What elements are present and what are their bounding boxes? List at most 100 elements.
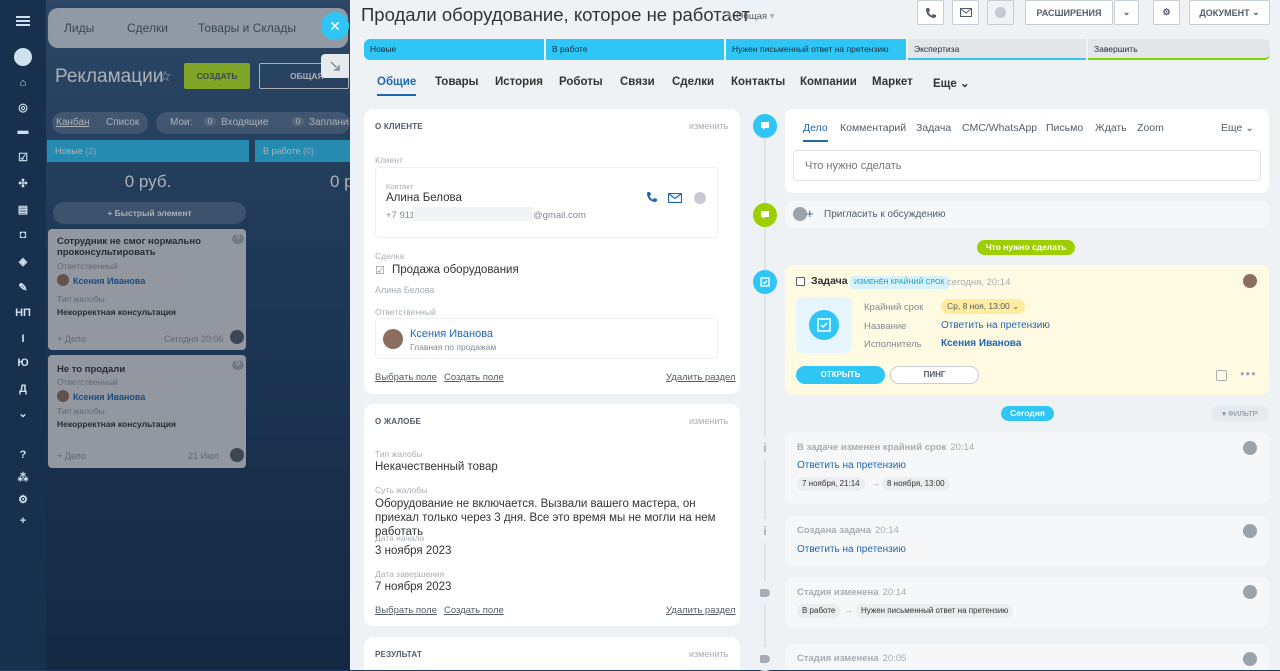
delete-section-link[interactable]: Удалить раздел <box>666 372 736 383</box>
tab-products[interactable]: Товары <box>435 76 478 88</box>
contact-icon[interactable]: ▤ <box>0 198 46 220</box>
deadline-chip[interactable]: Ср, 8 ноя, 13:00 ⌄ <box>941 299 1026 314</box>
edit-link[interactable]: изменить <box>689 416 728 426</box>
event-to: 8 ноября, 13:00 <box>882 477 950 491</box>
gear-icon[interactable]: ⚙ <box>1153 0 1180 25</box>
help-icon[interactable]: ? <box>0 444 46 466</box>
sign-icon[interactable]: ✎ <box>0 276 46 298</box>
target-icon[interactable]: ◎ <box>0 96 46 118</box>
category-link[interactable]: Общая ▾ <box>736 11 775 22</box>
box-icon[interactable]: ◈ <box>0 250 46 272</box>
task-label: Задача <box>811 275 848 287</box>
responsible-name[interactable]: Ксения Иванова <box>410 328 493 340</box>
stage-label: В работе <box>552 44 588 54</box>
document-button[interactable]: ДОКУМЕНТ ⌄ <box>1189 0 1270 25</box>
extensions-button[interactable]: РАСШИРЕНИЯ <box>1025 0 1113 25</box>
ping-button[interactable]: ПИНГ <box>890 366 979 384</box>
plus-icon[interactable]: + <box>806 206 814 221</box>
tab-links[interactable]: Связи <box>620 76 655 88</box>
plus-icon[interactable]: + <box>0 510 46 532</box>
activity-tab-deal[interactable]: Дело <box>803 122 828 142</box>
activity-tab-wait[interactable]: Ждать <box>1095 122 1127 134</box>
structure-icon[interactable]: ⁂ <box>0 466 46 488</box>
edit-link[interactable]: изменить <box>689 649 728 659</box>
gear-icon[interactable]: ⚙ <box>0 488 46 510</box>
phone-icon[interactable] <box>917 0 944 25</box>
home-icon[interactable]: ⌂ <box>0 72 46 94</box>
rail-item-d[interactable]: Д <box>0 378 46 400</box>
tab-general[interactable]: Общие <box>377 76 417 96</box>
chat-icon <box>753 203 777 227</box>
tab-more[interactable]: Еще ⌄ <box>933 76 970 90</box>
create-field-link[interactable]: Создать поле <box>444 605 504 616</box>
note-icon[interactable] <box>1216 370 1227 381</box>
more-icon[interactable]: ••• <box>1240 366 1257 381</box>
rail-item-np[interactable]: НП <box>0 302 46 324</box>
rail-item-yu[interactable]: Ю <box>0 352 46 374</box>
tab-companies[interactable]: Компании <box>800 76 857 88</box>
filter-label: ФИЛЬТР <box>1228 409 1258 418</box>
delete-section-link[interactable]: Удалить раздел <box>666 605 736 616</box>
stage-finish[interactable]: Завершить <box>1088 39 1270 60</box>
task-icon[interactable]: ☑ <box>0 146 46 168</box>
event-link[interactable]: Ответить на претензию <box>797 460 906 471</box>
activity-tab-mail[interactable]: Письмо <box>1046 122 1083 134</box>
activity-input[interactable] <box>793 150 1261 181</box>
tab-history[interactable]: История <box>495 76 543 88</box>
mail-icon[interactable] <box>668 193 682 203</box>
tab-robots[interactable]: Роботы <box>559 76 603 88</box>
avatar <box>1243 274 1257 288</box>
stage-need-response[interactable]: Нужен письменный ответ на претензию <box>726 39 906 60</box>
stage-expertise[interactable]: Экспертиза <box>908 39 1086 60</box>
overlay-dim <box>46 0 350 670</box>
activity-tab-task[interactable]: Задача <box>916 122 951 134</box>
stage-in-work[interactable]: В работе <box>546 39 724 60</box>
filter-icon[interactable] <box>0 46 46 68</box>
close-icon[interactable]: ✕ <box>321 12 349 40</box>
task-name-link[interactable]: Ответить на претензию <box>941 320 1050 331</box>
robot-icon[interactable]: ◘ <box>0 224 46 246</box>
chevron-down-icon[interactable]: ⌄ <box>0 402 46 424</box>
open-button[interactable]: ОТКРЫТЬ <box>796 366 885 384</box>
contact-name[interactable]: Алина Белова <box>386 192 462 204</box>
choose-field-link[interactable]: Выбрать поле <box>375 605 437 616</box>
choose-field-link[interactable]: Выбрать поле <box>375 372 437 383</box>
apps-icon[interactable]: ✣ <box>0 172 46 194</box>
event-from: 7 ноября, 21:14 <box>797 477 865 491</box>
contact-phone[interactable]: +7 911 <box>386 210 415 221</box>
tab-market[interactable]: Маркет <box>872 76 913 88</box>
section-header: РЕЗУЛЬТАТ <box>375 650 423 659</box>
event-link[interactable]: Ответить на претензию <box>797 544 906 555</box>
history-item <box>785 577 1269 627</box>
phone-icon[interactable] <box>646 191 659 204</box>
pin-icon[interactable] <box>321 54 349 78</box>
avatar <box>793 207 807 221</box>
mail-icon[interactable] <box>952 0 979 25</box>
activity-tab-comment[interactable]: Комментарий <box>840 122 906 134</box>
stage-new[interactable]: Новые <box>364 39 544 60</box>
menu-icon[interactable] <box>0 10 46 32</box>
activity-tab-zoom[interactable]: Zoom <box>1137 122 1164 134</box>
activity-tab-sms[interactable]: СМС/WhatsApp <box>962 122 1037 134</box>
chat-icon[interactable] <box>987 0 1014 25</box>
contact-email[interactable]: @gmail.com <box>533 210 586 221</box>
create-field-link[interactable]: Создать поле <box>444 372 504 383</box>
task-checkbox[interactable] <box>796 277 805 286</box>
rail-item-i[interactable]: I <box>0 328 46 350</box>
avatar <box>1243 652 1257 666</box>
tab-contacts[interactable]: Контакты <box>731 76 785 88</box>
executor-link[interactable]: Ксения Иванова <box>941 338 1021 349</box>
edit-link[interactable]: изменить <box>689 121 728 131</box>
invite-label[interactable]: Пригласить к обсуждению <box>824 209 945 220</box>
end-date: 7 ноября 2023 <box>375 581 452 593</box>
edit-title-icon[interactable]: ✎ <box>724 10 732 21</box>
start-date: 3 ноября 2023 <box>375 545 452 557</box>
cart-icon[interactable]: ▬ <box>0 120 46 142</box>
chevron-down-icon[interactable]: ⌄ <box>1114 0 1139 25</box>
deal-name[interactable]: Продажа оборудования <box>392 264 519 276</box>
tab-deals[interactable]: Сделки <box>672 76 714 88</box>
filter-button[interactable]: ▾ ФИЛЬТР <box>1211 406 1269 421</box>
activity-tab-more[interactable]: Еще ⌄ <box>1221 122 1254 134</box>
tab-more-label: Еще <box>933 78 957 90</box>
chat-icon[interactable] <box>694 192 706 204</box>
